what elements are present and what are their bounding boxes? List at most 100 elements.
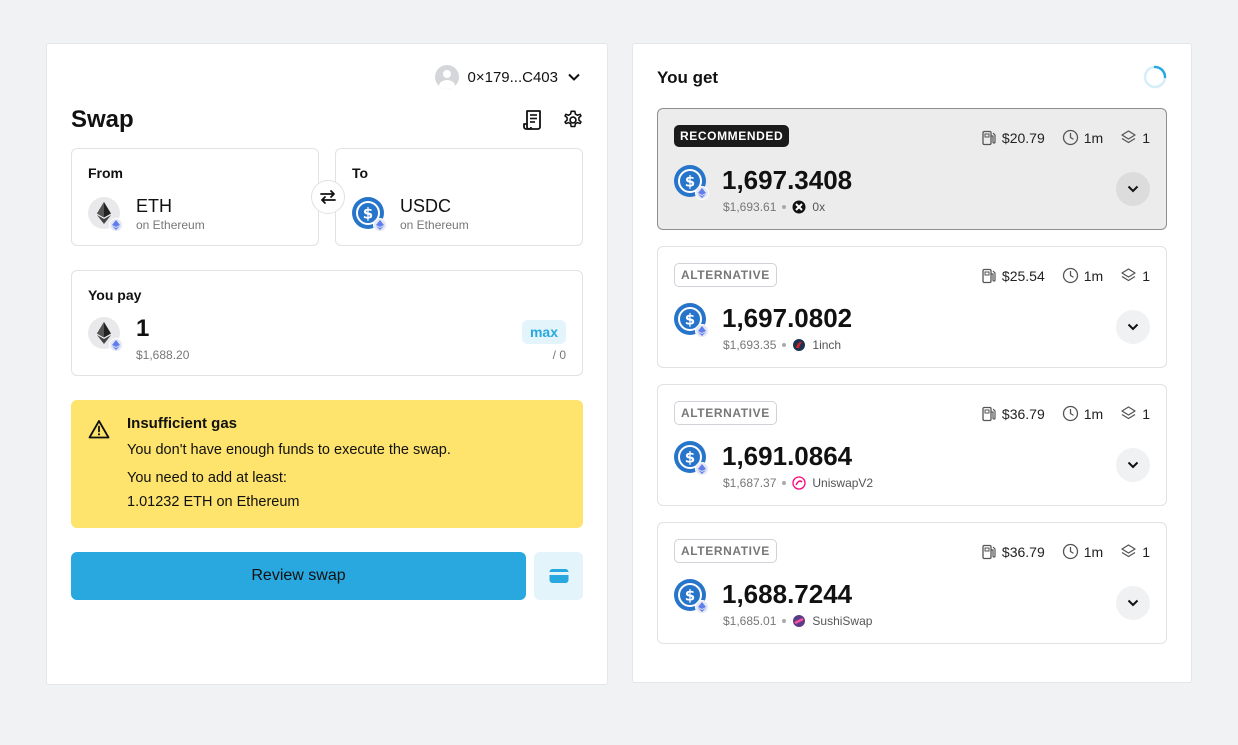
dex-name: SushiSwap: [812, 614, 873, 628]
pay-amount-box: You pay $1,688.20 max / 0: [71, 270, 583, 376]
expand-route-button[interactable]: [1116, 310, 1150, 344]
user-avatar-icon: [434, 65, 459, 89]
usdc-icon: $: [674, 441, 709, 476]
route-badge: RECOMMENDED: [674, 125, 790, 147]
route-card-alternative[interactable]: ALTERNATIVE $25.54 1m 1 $ 1,697.0802 $1,…: [657, 246, 1167, 368]
to-token-selector[interactable]: To $ USDC on Ethereum: [335, 148, 583, 246]
route-amount: 1,688.7244: [722, 579, 853, 609]
route-card-alternative[interactable]: ALTERNATIVE $36.79 1m 1 $ 1,688.7244 $1,…: [657, 522, 1167, 644]
execution-time: 1m: [1083, 405, 1104, 422]
step-count: 1: [1142, 129, 1150, 146]
gas-cost: $36.79: [1001, 543, 1045, 560]
from-token-selector[interactable]: From ETH on Ethereum: [71, 148, 319, 246]
gas-pump-icon: [982, 544, 996, 559]
balance-text: / 0: [552, 348, 566, 362]
route-amount: 1,691.0864: [722, 441, 853, 471]
execution-time: 1m: [1083, 129, 1104, 146]
clock-icon: [1062, 543, 1078, 560]
layers-icon: [1121, 544, 1136, 558]
pay-amount-input[interactable]: [136, 315, 436, 343]
separator-dot: [782, 343, 787, 347]
switch-tokens-button[interactable]: [311, 180, 345, 214]
from-label: From: [88, 165, 123, 181]
route-badge: ALTERNATIVE: [674, 263, 777, 287]
gear-icon: [564, 110, 582, 128]
dex-name: 0x: [812, 200, 826, 214]
wallet-address: 0×179...C403: [467, 68, 559, 86]
chevron-down-icon: [1127, 599, 1139, 607]
step-count: 1: [1142, 543, 1150, 560]
alert-title: Insufficient gas: [127, 415, 238, 432]
gas-pump-icon: [982, 130, 996, 145]
clock-icon: [1062, 405, 1078, 422]
step-count: 1: [1142, 267, 1150, 284]
svg-text:$: $: [685, 311, 695, 329]
gas-pump-icon: [982, 268, 996, 283]
route-metrics: $36.79 1m 1: [964, 543, 1150, 560]
route-card-alternative[interactable]: ALTERNATIVE $36.79 1m 1 $ 1,691.0864 $1,…: [657, 384, 1167, 506]
receipt-icon: [523, 110, 541, 130]
pay-usd-value: $1,688.20: [136, 348, 190, 362]
route-usd-value: $1,693.61: [723, 200, 777, 214]
eth-icon: [88, 197, 123, 232]
step-count: 1: [1142, 405, 1150, 422]
separator-dot: [782, 619, 787, 623]
route-metrics: $20.79 1m 1: [964, 129, 1150, 146]
ethereum-network-icon: [695, 462, 709, 476]
sushiswap-logo-icon: [792, 614, 806, 628]
ethereum-network-icon: [109, 338, 123, 352]
max-button[interactable]: max: [521, 320, 566, 344]
to-label: To: [352, 165, 369, 181]
ethereum-network-icon: [695, 324, 709, 338]
gas-cost: $20.79: [1001, 129, 1045, 146]
from-token-network: on Ethereum: [136, 218, 205, 232]
usdc-icon: $: [674, 303, 709, 338]
route-card-recommended[interactable]: RECOMMENDED $20.79 1m 1 $ 1,697.3408 $1,…: [657, 108, 1167, 230]
wallet-menu[interactable]: 0×179...C403: [434, 65, 582, 89]
routes-panel: You get RECOMMENDED $20.79 1m 1 $ 1,697.…: [632, 43, 1192, 683]
usdc-icon: $: [674, 579, 709, 614]
chevron-down-icon: [1127, 461, 1139, 469]
clock-icon: [1062, 129, 1078, 146]
warning-icon: [88, 420, 110, 439]
chevron-down-icon: [568, 73, 580, 81]
svg-text:$: $: [363, 205, 373, 223]
chevron-down-icon: [1127, 323, 1139, 331]
svg-text:$: $: [685, 587, 695, 605]
separator-dot: [782, 481, 787, 485]
usdc-icon: $: [674, 165, 709, 200]
route-usd-value: $1,687.37: [723, 476, 777, 490]
from-token-symbol: ETH: [136, 196, 172, 216]
route-amount: 1,697.3408: [722, 165, 853, 195]
review-swap-button[interactable]: Review swap: [71, 552, 526, 600]
send-to-wallet-button[interactable]: [534, 552, 583, 600]
route-usd-value: $1,693.35: [723, 338, 777, 352]
layers-icon: [1121, 268, 1136, 282]
layers-icon: [1121, 130, 1136, 144]
pay-label: You pay: [88, 287, 142, 303]
swap-arrows-icon: [320, 190, 336, 204]
uniswap-logo-icon: [792, 476, 807, 490]
alert-message: You don't have enough funds to execute t…: [127, 442, 451, 458]
svg-text:$: $: [685, 449, 695, 467]
alert-required-amount: 1.01232 ETH on Ethereum: [127, 494, 300, 510]
transaction-history-button[interactable]: [521, 108, 545, 132]
route-amount: 1,697.0802: [722, 303, 853, 333]
dex-name: UniswapV2: [812, 476, 874, 490]
usdc-icon: $: [352, 197, 387, 232]
layers-icon: [1121, 406, 1136, 420]
routes-title: You get: [657, 68, 719, 87]
gas-pump-icon: [982, 406, 996, 421]
eth-icon: [88, 317, 123, 352]
gas-cost: $25.54: [1001, 267, 1045, 284]
settings-button[interactable]: [561, 108, 585, 132]
insufficient-gas-alert: Insufficient gas You don't have enough f…: [71, 400, 583, 528]
execution-time: 1m: [1083, 543, 1104, 560]
expand-route-button[interactable]: [1116, 448, 1150, 482]
expand-route-button[interactable]: [1116, 586, 1150, 620]
ethereum-network-icon: [109, 218, 123, 232]
clock-icon: [1062, 267, 1078, 284]
route-badge: ALTERNATIVE: [674, 401, 777, 425]
expand-route-button[interactable]: [1116, 172, 1150, 206]
chevron-down-icon: [1127, 185, 1139, 193]
